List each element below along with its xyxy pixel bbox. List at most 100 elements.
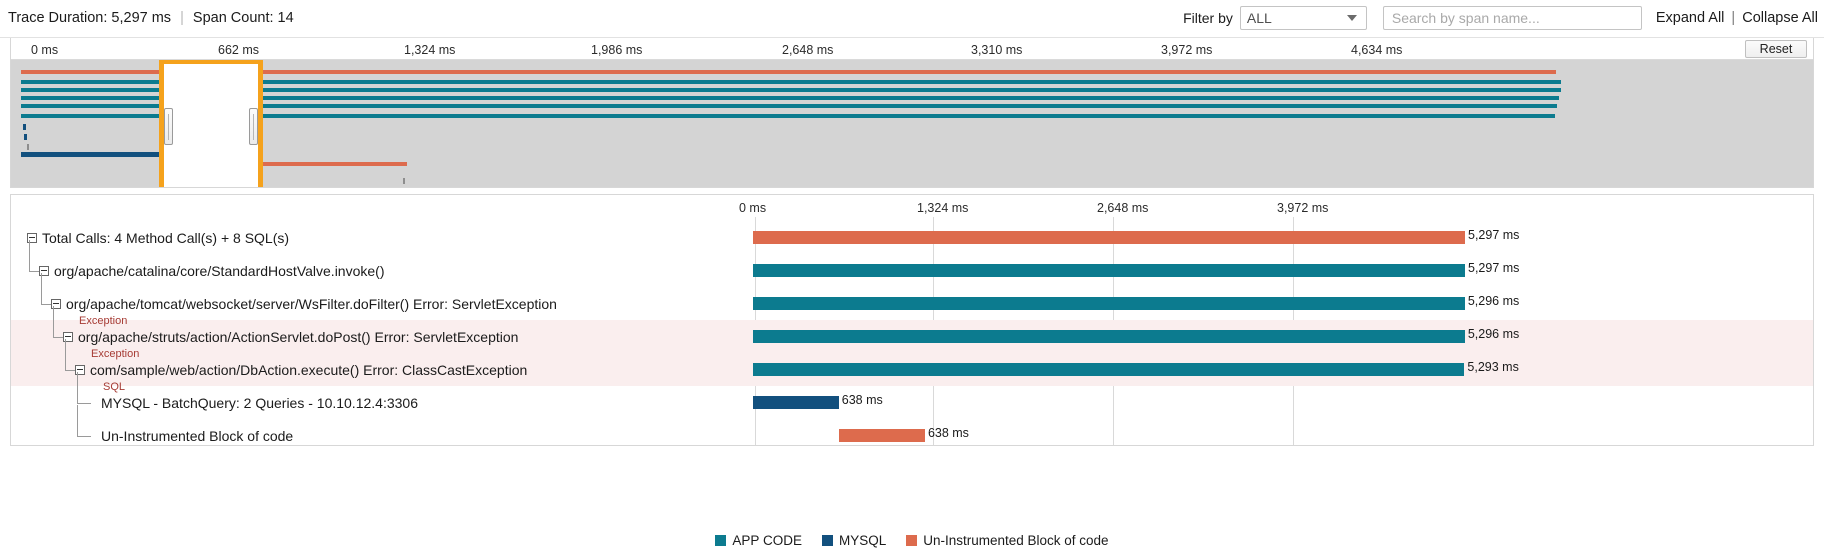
ruler-tick: 1,986 ms bbox=[591, 43, 642, 57]
ruler-tick: 0 ms bbox=[31, 43, 58, 57]
trace-duration-label: Trace Duration: 5,297 ms bbox=[8, 10, 171, 26]
tree-connector-vertical bbox=[77, 372, 78, 403]
filter-by-label: Filter by bbox=[1183, 10, 1233, 26]
tree-connector-vertical bbox=[53, 306, 54, 337]
gantt-row: 5,296 ms bbox=[735, 287, 1813, 320]
gantt-bar-duration: 638 ms bbox=[842, 393, 883, 407]
app-header: Trace Duration: 5,297 ms | Span Count: 1… bbox=[0, 0, 1824, 38]
gantt-row: 5,293 ms bbox=[735, 353, 1813, 386]
legend-swatch bbox=[715, 535, 726, 546]
minimap-span-bar bbox=[403, 178, 405, 184]
span-badge: SQL bbox=[103, 381, 125, 393]
minimap-selection-fill bbox=[164, 64, 258, 187]
filter-by-select[interactable]: ALL bbox=[1240, 6, 1367, 30]
ruler-tick: 3,972 ms bbox=[1161, 43, 1212, 57]
gantt-bar-duration: 5,293 ms bbox=[1467, 360, 1518, 374]
legend-label: MYSQL bbox=[839, 533, 886, 548]
gantt-bar-duration: 5,297 ms bbox=[1468, 261, 1519, 275]
collapse-all-button[interactable]: Collapse All bbox=[1742, 10, 1818, 26]
minimap-span-bar bbox=[27, 144, 29, 150]
legend-item: APP CODE bbox=[715, 533, 802, 548]
legend-label: Un-Instrumented Block of code bbox=[923, 533, 1108, 548]
tree-connector-horizontal bbox=[65, 370, 75, 371]
gantt-row: 5,297 ms bbox=[735, 221, 1813, 254]
expand-all-button[interactable]: Expand All bbox=[1656, 10, 1725, 26]
span-label: org/apache/struts/action/ActionServlet.d… bbox=[78, 329, 518, 345]
tree-connector-horizontal bbox=[29, 271, 39, 272]
minimap-span-bar bbox=[23, 124, 26, 130]
trace-summary: Trace Duration: 5,297 ms | Span Count: 1… bbox=[8, 10, 294, 26]
ruler-tick: 662 ms bbox=[218, 43, 259, 57]
gantt-axis: 0 ms 1,324 ms 2,648 ms 3,972 ms bbox=[735, 195, 1813, 221]
tree-connector-horizontal bbox=[77, 436, 91, 437]
expand-collapse-controls: Expand All | Collapse All bbox=[1656, 10, 1822, 26]
chevron-down-icon bbox=[1347, 15, 1357, 21]
gantt-axis-tick: 1,324 ms bbox=[917, 201, 968, 215]
legend-item: MYSQL bbox=[822, 533, 886, 548]
gantt-bar[interactable] bbox=[753, 264, 1465, 277]
gantt-axis-tick: 3,972 ms bbox=[1277, 201, 1328, 215]
ruler-tick: 1,324 ms bbox=[404, 43, 455, 57]
tree-connector-horizontal bbox=[77, 403, 91, 404]
overview-ruler: 0 ms 662 ms 1,324 ms 1,986 ms 2,648 ms 3,310 … bbox=[11, 38, 1813, 60]
gantt-bar-duration: 638 ms bbox=[928, 426, 969, 440]
span-count-label: Span Count: 14 bbox=[193, 10, 294, 26]
gantt-bar[interactable] bbox=[753, 330, 1465, 343]
span-label: Total Calls: 4 Method Call(s) + 8 SQL(s) bbox=[42, 230, 289, 246]
span-row[interactable]: org/apache/catalina/core/StandardHostVal… bbox=[11, 254, 735, 287]
trace-overview-panel: 0 ms 662 ms 1,324 ms 1,986 ms 2,648 ms 3,310 … bbox=[10, 38, 1814, 188]
tree-connector-horizontal bbox=[41, 304, 51, 305]
minimap-selection-box[interactable] bbox=[159, 60, 263, 187]
gantt-axis-tick: 2,648 ms bbox=[1097, 201, 1148, 215]
span-label: org/apache/tomcat/websocket/server/WsFil… bbox=[66, 296, 557, 312]
selection-handle-right[interactable] bbox=[249, 108, 258, 145]
ruler-tick: 4,634 ms bbox=[1351, 43, 1402, 57]
span-label: MYSQL - BatchQuery: 2 Queries - 10.10.12… bbox=[101, 395, 418, 411]
chart-legend: APP CODE MYSQL Un-Instrumented Block of co… bbox=[0, 533, 1824, 548]
header-controls: Filter by ALL Expand All | Collapse All bbox=[1183, 6, 1822, 30]
tree-connector-vertical bbox=[77, 405, 78, 436]
legend-swatch bbox=[822, 535, 833, 546]
ruler-tick: 2,648 ms bbox=[782, 43, 833, 57]
gantt-bar[interactable] bbox=[839, 429, 925, 442]
reset-button[interactable]: Reset bbox=[1745, 40, 1807, 58]
expand-collapse-separator: | bbox=[1728, 10, 1738, 26]
tree-connector-vertical bbox=[65, 339, 66, 370]
legend-item: Un-Instrumented Block of code bbox=[906, 533, 1108, 548]
legend-swatch bbox=[906, 535, 917, 546]
span-detail-panel: Total Calls: 4 Method Call(s) + 8 SQL(s)… bbox=[10, 194, 1814, 446]
search-input[interactable] bbox=[1383, 6, 1642, 30]
minimap-span-bar bbox=[24, 134, 27, 140]
span-badge: Exception bbox=[79, 315, 127, 327]
ruler-tick: 3,310 ms bbox=[971, 43, 1022, 57]
span-label: Un-Instrumented Block of code bbox=[101, 428, 293, 444]
tree-connector-horizontal bbox=[53, 337, 63, 338]
span-label: com/sample/web/action/DbAction.execute()… bbox=[90, 362, 527, 378]
span-tree-column: Total Calls: 4 Method Call(s) + 8 SQL(s)… bbox=[11, 195, 735, 445]
span-row[interactable]: Un-Instrumented Block of code bbox=[11, 419, 735, 446]
filter-by-value: ALL bbox=[1247, 10, 1272, 26]
tree-connector-vertical bbox=[41, 273, 42, 304]
gantt-row: 638 ms bbox=[735, 419, 1813, 446]
legend-label: APP CODE bbox=[732, 533, 802, 548]
gantt-row: 638 ms bbox=[735, 386, 1813, 419]
gantt-bar[interactable] bbox=[753, 363, 1464, 376]
gantt-bar[interactable] bbox=[753, 396, 839, 409]
span-gantt-column: 0 ms 1,324 ms 2,648 ms 3,972 ms 5,297 ms 5,2… bbox=[735, 195, 1813, 445]
gantt-bar-duration: 5,297 ms bbox=[1468, 228, 1519, 242]
selection-handle-left[interactable] bbox=[164, 108, 173, 145]
summary-divider: | bbox=[175, 10, 189, 26]
gantt-bar[interactable] bbox=[753, 297, 1465, 310]
span-badge: Exception bbox=[91, 348, 139, 360]
gantt-axis-tick: 0 ms bbox=[739, 201, 766, 215]
span-row[interactable]: SQLMYSQL - BatchQuery: 2 Queries - 10.10… bbox=[11, 386, 735, 419]
span-label: org/apache/catalina/core/StandardHostVal… bbox=[54, 263, 384, 279]
gantt-row: 5,297 ms bbox=[735, 254, 1813, 287]
span-row[interactable]: Total Calls: 4 Method Call(s) + 8 SQL(s) bbox=[11, 221, 735, 254]
tree-connector-vertical bbox=[29, 240, 30, 271]
gantt-row: 5,296 ms bbox=[735, 320, 1813, 353]
gantt-bar-duration: 5,296 ms bbox=[1468, 294, 1519, 308]
overview-minimap[interactable] bbox=[11, 60, 1813, 187]
gantt-bar-duration: 5,296 ms bbox=[1468, 327, 1519, 341]
gantt-bar[interactable] bbox=[753, 231, 1465, 244]
